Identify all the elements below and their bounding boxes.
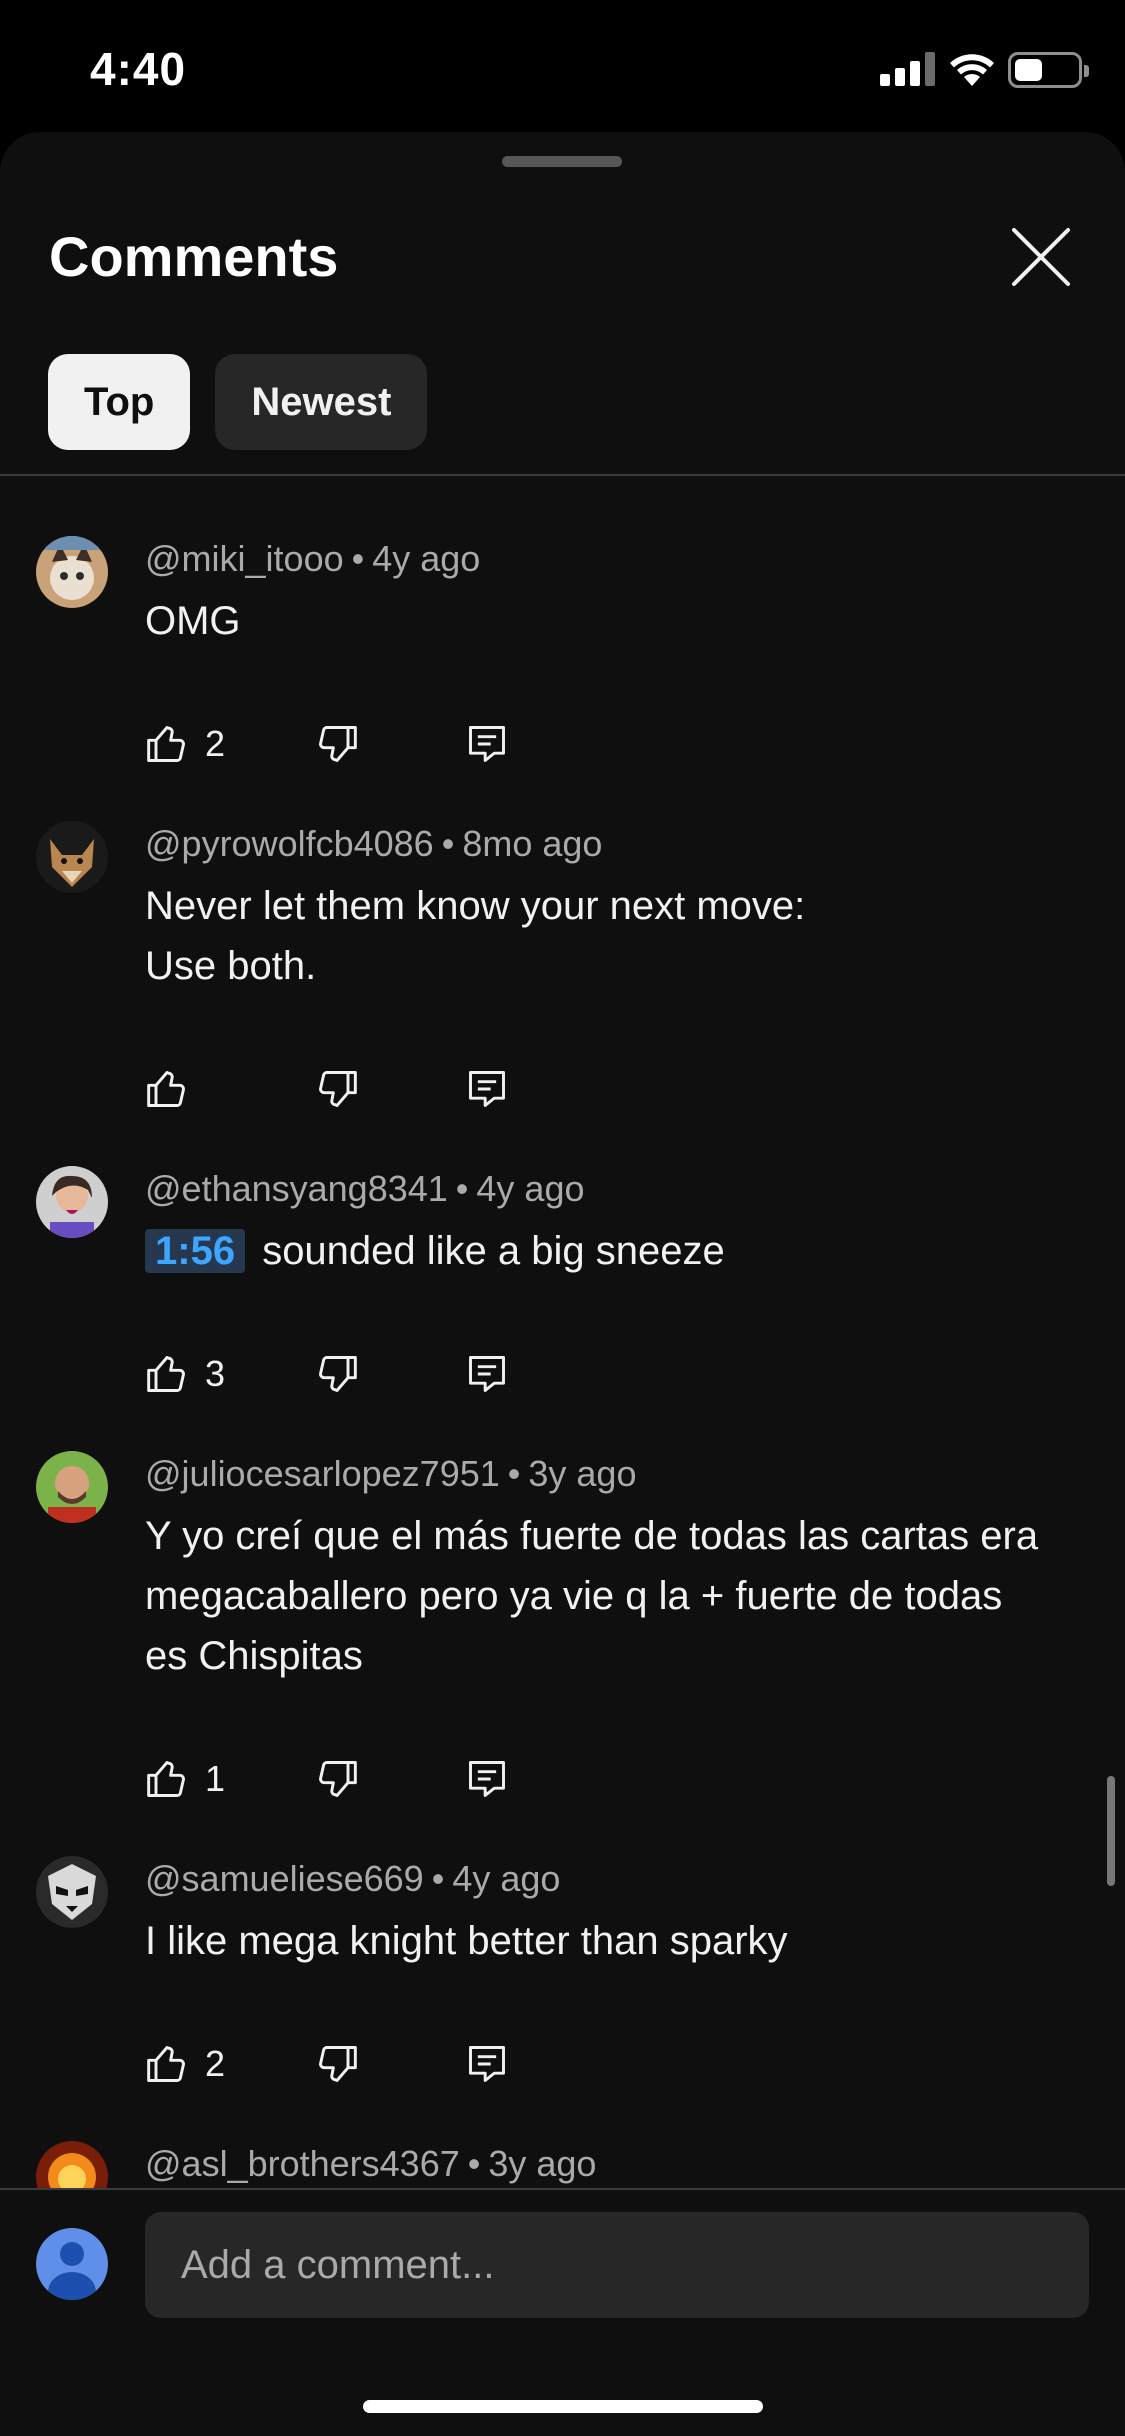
like-button[interactable]: 2: [145, 2042, 315, 2086]
comment-actions: 1: [145, 1749, 509, 1809]
reply-icon: [469, 1761, 505, 1797]
reply-icon: [469, 1071, 505, 1107]
wolf-photo-avatar[interactable]: [36, 821, 108, 893]
scrollbar[interactable]: [1107, 1776, 1115, 1886]
comment-meta: @ethansyang8341 • 4y ago: [145, 1168, 585, 1209]
comment-actions: [145, 1059, 509, 1119]
comment-age: 4y ago: [476, 1168, 585, 1209]
comment-actions: 2: [145, 2034, 509, 2094]
like-count: 2: [205, 723, 226, 764]
reply-icon: [469, 1356, 505, 1392]
reply-button[interactable]: [465, 1352, 509, 1396]
comment-text: 1:56 sounded like a big sneeze: [145, 1221, 1045, 1281]
cat-photo-avatar[interactable]: [36, 536, 108, 608]
thumbs-up-icon: [147, 1356, 185, 1392]
comment-age: 8mo ago: [462, 823, 603, 864]
comment-author[interactable]: @samueliese669: [145, 1858, 424, 1899]
add-comment-input[interactable]: [145, 2212, 1089, 2318]
comment-meta: @pyrowolfcb4086 • 8mo ago: [145, 823, 603, 864]
battery-icon: [1008, 52, 1089, 88]
comment-meta: @miki_itooo • 4y ago: [145, 538, 481, 579]
thumbs-down-icon: [319, 726, 357, 762]
like-count: 2: [205, 2043, 226, 2084]
mask-logo-avatar[interactable]: [36, 1856, 108, 1928]
thumbs-up-icon: [147, 1761, 185, 1797]
like-count: 3: [205, 1353, 226, 1394]
sheet-title: Comments: [49, 225, 339, 288]
person-photo-avatar[interactable]: [36, 1166, 108, 1238]
comment-composer: [0, 2188, 1125, 2436]
comment-author[interactable]: @miki_itooo: [145, 538, 344, 579]
like-button[interactable]: 2: [145, 722, 315, 766]
reply-icon: [469, 2046, 505, 2082]
home-indicator[interactable]: [363, 2400, 763, 2413]
comment-text: OMG: [145, 599, 241, 643]
close-button[interactable]: [1008, 224, 1074, 290]
cellular-signal-icon: [880, 52, 936, 86]
video-timestamp-link[interactable]: 1:56: [145, 1229, 246, 1273]
wifi-icon: [948, 50, 996, 88]
sheet-drag-handle[interactable]: [502, 156, 622, 167]
comment-meta: @juliocesarlopez7951 • 3y ago: [145, 1453, 637, 1494]
dislike-button[interactable]: [315, 2042, 465, 2086]
like-button[interactable]: 1: [145, 1757, 315, 1801]
reply-button[interactable]: [465, 1067, 509, 1111]
comment-author[interactable]: @ethansyang8341: [145, 1168, 448, 1209]
comment-meta: @asl_brothers4367 • 3y ago: [145, 2143, 597, 2184]
dislike-button[interactable]: [315, 1757, 465, 1801]
comment-text: Y yo creí que el más fuerte de todas las…: [145, 1514, 1039, 1678]
comment-author[interactable]: @juliocesarlopez7951: [145, 1453, 500, 1494]
comment-age: 3y ago: [488, 2143, 597, 2184]
comment-text: Never let them know your next move: Use …: [145, 884, 806, 988]
dislike-button[interactable]: [315, 1067, 465, 1111]
person-photo-avatar[interactable]: [36, 1451, 108, 1523]
comment-text-body: sounded like a big sneeze: [262, 1229, 725, 1273]
thumbs-down-icon: [319, 2046, 357, 2082]
like-button[interactable]: 3: [145, 1352, 315, 1396]
dislike-button[interactable]: [315, 1352, 465, 1396]
status-bar: 4:40: [0, 0, 1125, 132]
comment-author[interactable]: @pyrowolfcb4086: [145, 823, 434, 864]
thumbs-up-icon: [147, 1071, 185, 1107]
default-user-avatar[interactable]: [36, 2228, 108, 2300]
status-time: 4:40: [90, 43, 187, 95]
comments-list[interactable]: @miki_itooo • 4y ago OMG 2 @pyrowolfcb4086…: [0, 344, 1125, 2188]
reply-button[interactable]: [465, 722, 509, 766]
thumbs-down-icon: [319, 1761, 357, 1797]
thumbs-down-icon: [319, 1071, 357, 1107]
thumbs-down-icon: [319, 1356, 357, 1392]
reply-button[interactable]: [465, 1757, 509, 1801]
comment-age: 4y ago: [452, 1858, 561, 1899]
comment-author[interactable]: @asl_brothers4367: [145, 2143, 460, 2184]
like-count: 1: [205, 1758, 226, 1799]
reply-button[interactable]: [465, 2042, 509, 2086]
comment-text: I like mega knight better than sparky: [145, 1919, 788, 1963]
comment-age: 3y ago: [528, 1453, 637, 1494]
comment-age: 4y ago: [372, 538, 481, 579]
comment-actions: 2: [145, 714, 509, 774]
dislike-button[interactable]: [315, 722, 465, 766]
close-icon: [1012, 228, 1070, 286]
fire-photo-avatar[interactable]: [36, 2141, 108, 2188]
like-button[interactable]: [145, 1067, 315, 1111]
thumbs-up-icon: [147, 2046, 185, 2082]
thumbs-up-icon: [147, 726, 185, 762]
comment-actions: 3: [145, 1344, 509, 1404]
comment-meta: @samueliese669 • 4y ago: [145, 1858, 561, 1899]
reply-icon: [469, 726, 505, 762]
